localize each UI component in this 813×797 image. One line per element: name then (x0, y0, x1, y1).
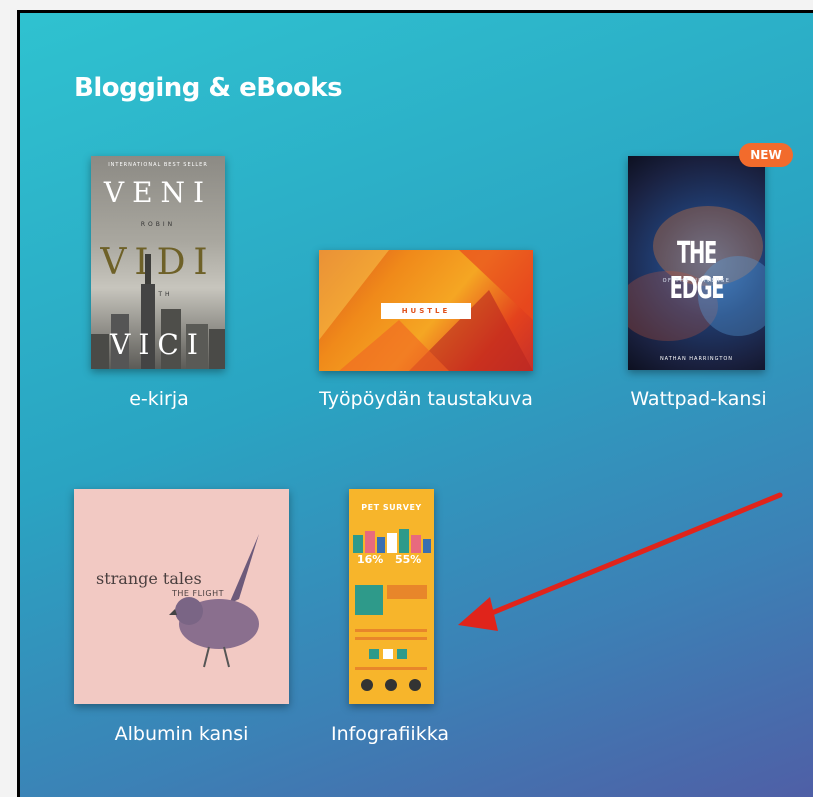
template-category-panel: Blogging & eBooks INTERNATIONAL BEST SEL… (20, 13, 813, 797)
red-arrow-icon (458, 492, 783, 631)
